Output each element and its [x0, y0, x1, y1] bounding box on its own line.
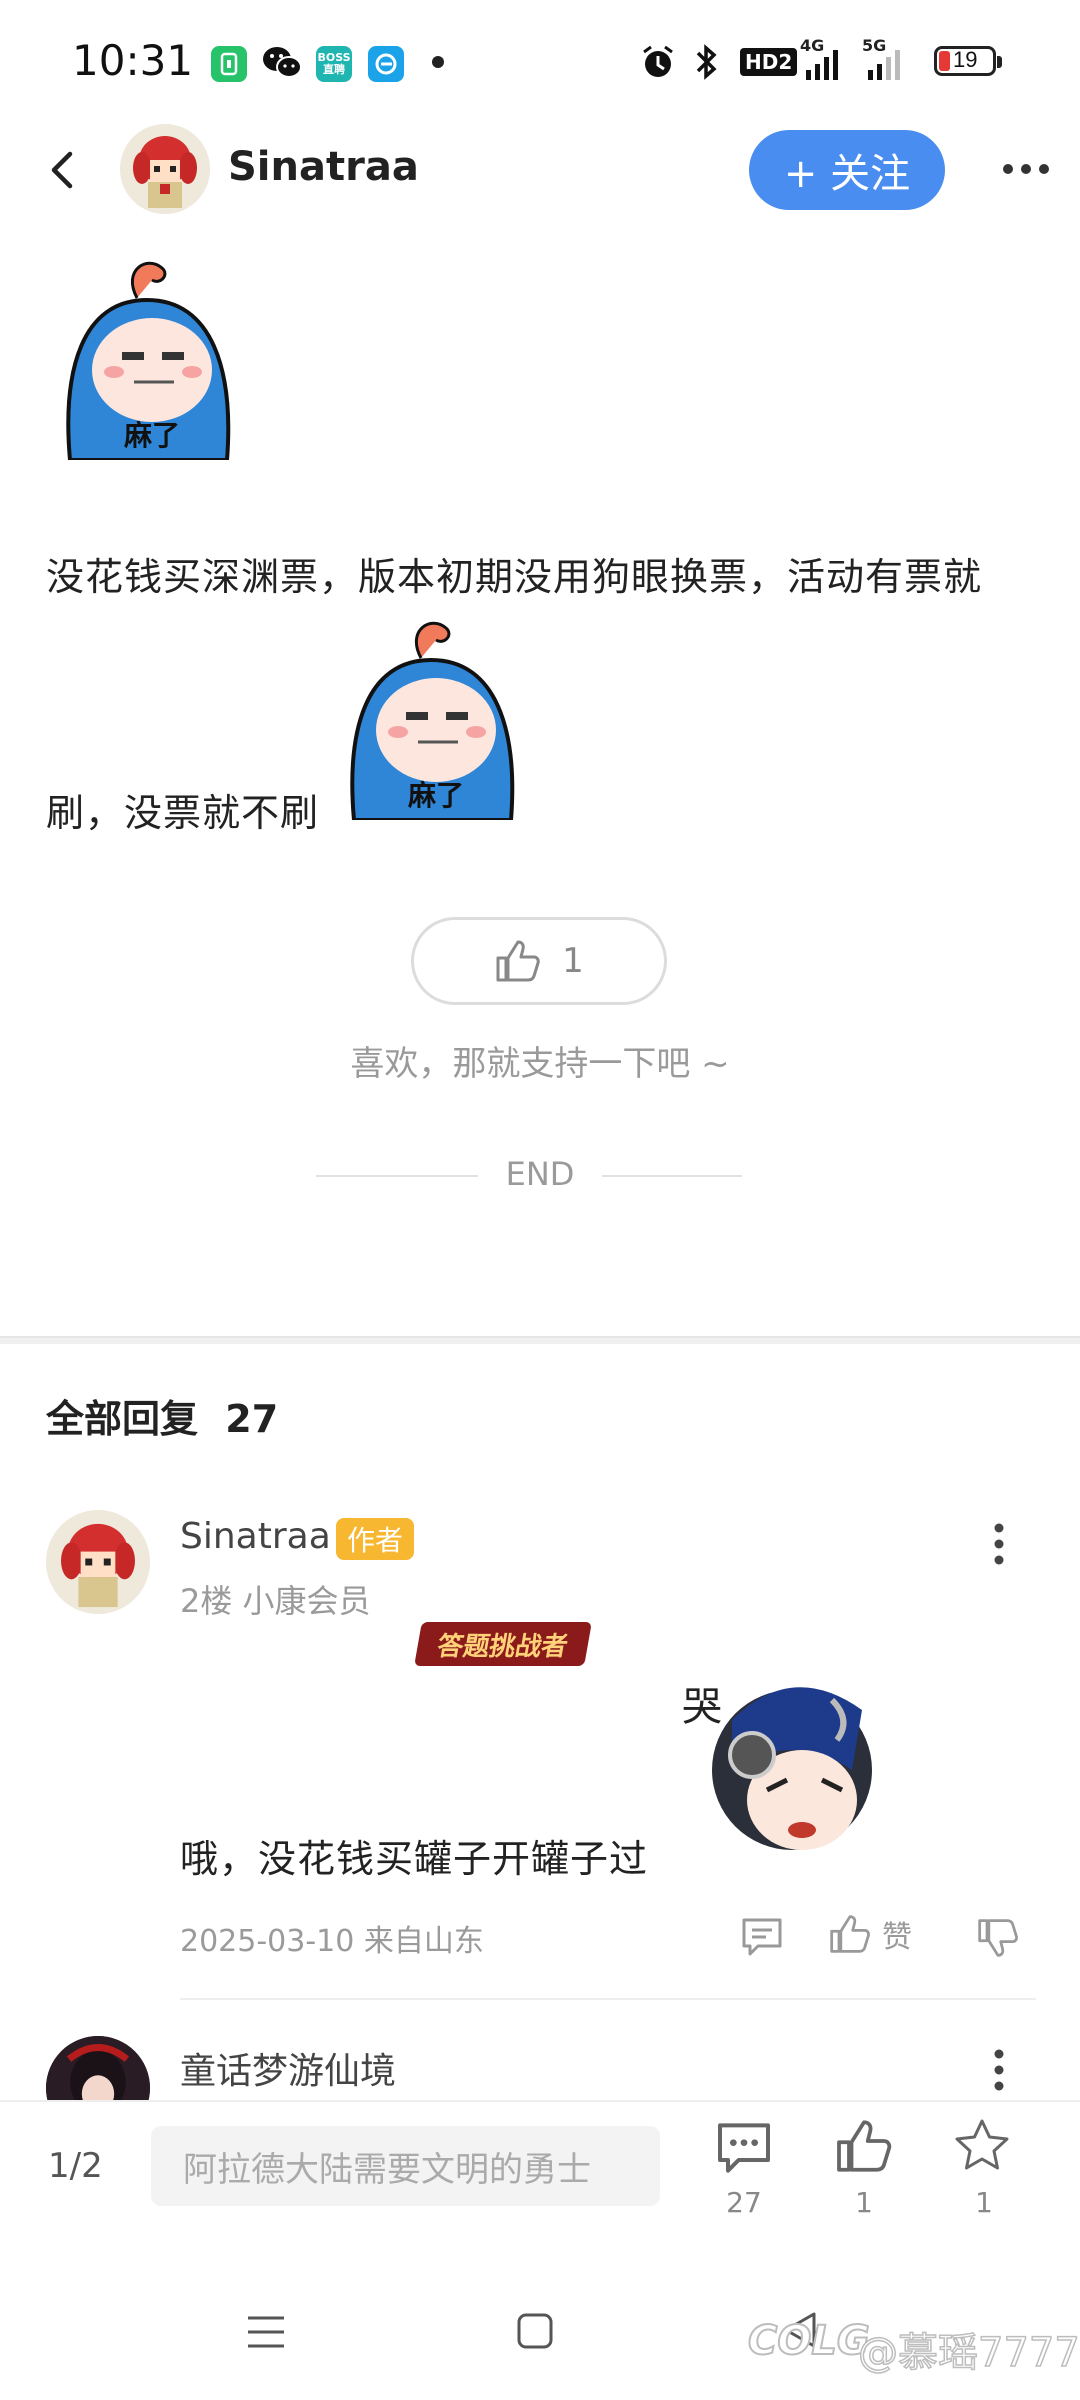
signal-4g-icon: [804, 50, 844, 84]
reply-username[interactable]: Sinatraa: [180, 1516, 331, 1557]
star-icon: [955, 2119, 1009, 2170]
support-text: 喜欢，那就支持一下吧 ~: [350, 1044, 730, 1084]
favorite-button[interactable]: [952, 2116, 1012, 2180]
crying-sticker-label: 哭: [682, 1684, 722, 1730]
thumbs-up-icon: [830, 1915, 870, 1953]
watermark-logo: COLG: [747, 2317, 871, 2365]
end-divider-left: [316, 1175, 478, 1177]
reply-text: 哦，没花钱买罐子开罐子过: [180, 1837, 649, 1881]
signal-5g-icon: [866, 50, 906, 84]
battery-icon: 19: [934, 46, 996, 76]
home-nav-icon[interactable]: [516, 2312, 554, 2354]
thumbs-down-icon[interactable]: [976, 1916, 1020, 1964]
phone-manager-icon: [211, 46, 247, 82]
hd-icon: HD2: [740, 48, 798, 76]
like-count: 1: [562, 941, 584, 981]
quiz-challenger-badge: 答题挑战者: [414, 1622, 592, 1666]
follow-button[interactable]: + 关注: [749, 130, 945, 210]
more-vertical-icon-2[interactable]: [986, 2046, 1012, 2098]
page-indicator[interactable]: 1/2: [48, 2146, 103, 2186]
more-vertical-icon[interactable]: [986, 1520, 1012, 1572]
watermark-text: @慕瑶7777: [857, 2329, 1080, 2377]
like-bottom-button[interactable]: [834, 2116, 894, 2180]
end-divider-right: [602, 1175, 742, 1177]
section-separator: [0, 1336, 1080, 1344]
avatar[interactable]: [120, 124, 210, 214]
notification-dot: [432, 56, 444, 68]
more-horizontal-icon[interactable]: [1000, 152, 1052, 190]
post-text-line-2: 刷，没票就不刷: [46, 791, 320, 835]
bluetooth-icon: [690, 42, 724, 86]
replies-header: 全部回复 27: [46, 1388, 278, 1443]
crying-sticker: 哭: [672, 1660, 882, 1874]
reply-username-2[interactable]: 童话梦游仙境: [180, 2042, 396, 2094]
reply-meta: 2楼 小康会员: [180, 1582, 371, 1620]
reply-like-label: 赞: [882, 1920, 912, 1955]
reply-comment-icon[interactable]: [740, 1916, 784, 1962]
favorite-count: 1: [975, 2186, 993, 2219]
comment-icon: [718, 2123, 770, 2173]
comment-button[interactable]: [714, 2120, 774, 2180]
thumbs-up-icon: [496, 940, 540, 982]
sticker-label-2: 麻了: [408, 779, 464, 812]
end-label: END: [505, 1155, 575, 1193]
reply-like-button[interactable]: 赞: [828, 1912, 912, 1956]
reply-divider: [180, 1998, 1036, 2000]
reply-input[interactable]: 阿拉德大陆需要文明的勇士: [151, 2126, 660, 2206]
thumbs-up-icon: [837, 2120, 892, 2172]
replies-total: 27: [225, 1397, 279, 1441]
author-badge: 作者: [336, 1518, 414, 1560]
back-chevron-icon[interactable]: [32, 140, 92, 200]
comment-count: 27: [726, 2186, 762, 2219]
header-username[interactable]: Sinatraa: [228, 144, 419, 190]
alarm-icon: [640, 44, 676, 84]
boss-zhipin-icon: BOSS 直聘: [316, 46, 352, 82]
wechat-icon: [262, 44, 302, 86]
like-button[interactable]: 1: [411, 917, 667, 1005]
sticker-image-inline: 麻了: [336, 610, 526, 824]
status-time: 10:31: [72, 36, 194, 85]
battery-level: 19: [953, 47, 978, 72]
reply-date: 2025-03-10 来自山东: [180, 1924, 484, 1959]
sticker-label: 麻了: [124, 419, 180, 452]
reply-avatar[interactable]: [46, 1510, 150, 1614]
sticker-image: 麻了: [52, 250, 242, 464]
replies-header-label: 全部回复: [46, 1397, 199, 1441]
battery-tip: [997, 56, 1002, 68]
browser-icon: [368, 46, 404, 82]
post-text-line-1: 没花钱买深渊票，版本初期没用狗眼换票，活动有票就: [46, 555, 983, 599]
like-bottom-count: 1: [855, 2186, 873, 2219]
menu-nav-icon[interactable]: [246, 2314, 286, 2354]
